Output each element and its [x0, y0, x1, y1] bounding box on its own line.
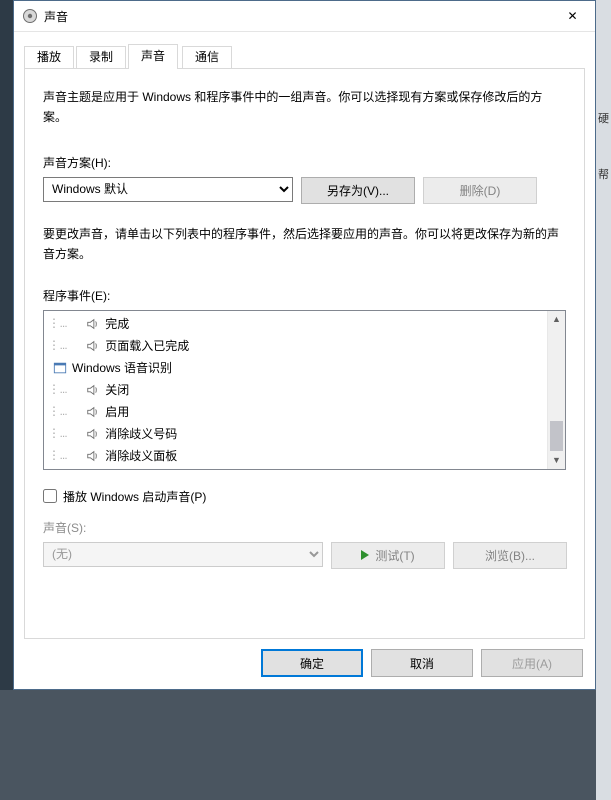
event-item-label: 消除歧义号码 — [105, 425, 177, 442]
windows-icon — [52, 360, 68, 376]
event-item-label: 启用 — [105, 403, 129, 420]
play-icon — [361, 550, 369, 560]
apply-button: 应用(A) — [481, 649, 583, 677]
sound-dialog: 声音 ✕ 播放 录制 声音 通信 声音主题是应用于 Windows 和程序事件中… — [13, 0, 596, 690]
sound-label: 声音(S): — [43, 519, 566, 536]
desktop-right-strip: 硬 帮 — [596, 0, 611, 800]
event-item[interactable]: ⋮… 消除歧义号码 — [44, 423, 548, 445]
event-item-label: 消除歧义面板 — [105, 447, 177, 464]
edge-hint: 帮 — [598, 166, 609, 182]
tree-guides: ⋮… — [48, 426, 67, 441]
sound-select: (无) — [43, 542, 323, 567]
event-item-label: Windows 语音识别 — [72, 359, 172, 376]
scheme-label: 声音方案(H): — [43, 154, 566, 171]
tab-recording[interactable]: 录制 — [76, 46, 126, 68]
cancel-button[interactable]: 取消 — [371, 649, 473, 677]
event-item[interactable]: ⋮… 启用 — [44, 401, 548, 423]
event-item[interactable]: ⋮… 消除歧义面板 — [44, 445, 548, 467]
delete-button: 删除(D) — [423, 177, 537, 204]
tab-sounds[interactable]: 声音 — [128, 44, 178, 69]
dialog-footer: 确定 取消 应用(A) — [261, 649, 583, 677]
event-item[interactable]: ⋮… 完成 — [44, 313, 548, 335]
event-item-label: 完成 — [105, 315, 129, 332]
scroll-thumb[interactable] — [550, 421, 563, 451]
tree-guides: ⋮… — [48, 448, 67, 463]
event-item[interactable]: ⋮… 页面载入已完成 — [44, 335, 548, 357]
browse-button: 浏览(B)... — [453, 542, 567, 569]
desktop-left-strip — [0, 0, 13, 690]
events-scrollbar[interactable]: ▲ ▼ — [547, 311, 565, 469]
tree-guides: ⋮… — [48, 316, 67, 331]
speaker-icon — [85, 404, 101, 420]
event-item[interactable]: ⋮… 关闭 — [44, 379, 548, 401]
event-item[interactable]: Windows 语音识别 — [44, 357, 548, 379]
tab-strip: 播放 录制 声音 通信 — [24, 44, 585, 69]
speaker-icon — [85, 382, 101, 398]
app-icon — [22, 8, 38, 24]
sounds-description: 声音主题是应用于 Windows 和程序事件中的一组声音。你可以选择现有方案或保… — [43, 87, 566, 128]
events-label: 程序事件(E): — [43, 287, 566, 304]
edge-hint: 硬 — [598, 110, 609, 126]
scroll-down-arrow[interactable]: ▼ — [548, 452, 565, 469]
event-item-label: 关闭 — [105, 381, 129, 398]
speaker-icon — [85, 338, 101, 354]
close-icon: ✕ — [567, 9, 577, 23]
play-startup-sound-checkbox[interactable] — [43, 489, 57, 503]
window-title: 声音 — [44, 8, 550, 25]
titlebar: 声音 ✕ — [14, 1, 595, 32]
speaker-icon — [85, 426, 101, 442]
save-as-button[interactable]: 另存为(V)... — [301, 177, 415, 204]
events-description: 要更改声音，请单击以下列表中的程序事件，然后选择要应用的声音。你可以将更改保存为… — [43, 224, 566, 265]
event-item-label: 页面载入已完成 — [105, 337, 189, 354]
scroll-up-arrow[interactable]: ▲ — [548, 311, 565, 328]
speaker-icon — [85, 316, 101, 332]
close-button[interactable]: ✕ — [550, 2, 595, 31]
tree-guides: ⋮… — [48, 404, 67, 419]
tab-communications[interactable]: 通信 — [182, 46, 232, 68]
events-listbox[interactable]: ⋮… 完成 ⋮… 页面载入已完成 Windows 语音识别 ⋮… 关闭 ⋮… 启用 ⋮… 消… — [43, 310, 566, 470]
speaker-icon — [85, 448, 101, 464]
scheme-select[interactable]: Windows 默认 — [43, 177, 293, 202]
play-startup-sound-label: 播放 Windows 启动声音(P) — [63, 488, 206, 505]
tab-playback[interactable]: 播放 — [24, 46, 74, 68]
test-button: 测试(T) — [331, 542, 445, 569]
ok-button[interactable]: 确定 — [261, 649, 363, 677]
tree-guides: ⋮… — [48, 382, 67, 397]
sounds-panel: 声音主题是应用于 Windows 和程序事件中的一组声音。你可以选择现有方案或保… — [24, 69, 585, 639]
test-button-label: 测试(T) — [375, 547, 414, 564]
play-startup-sound-row[interactable]: 播放 Windows 启动声音(P) — [43, 488, 566, 505]
tree-guides: ⋮… — [48, 338, 67, 353]
